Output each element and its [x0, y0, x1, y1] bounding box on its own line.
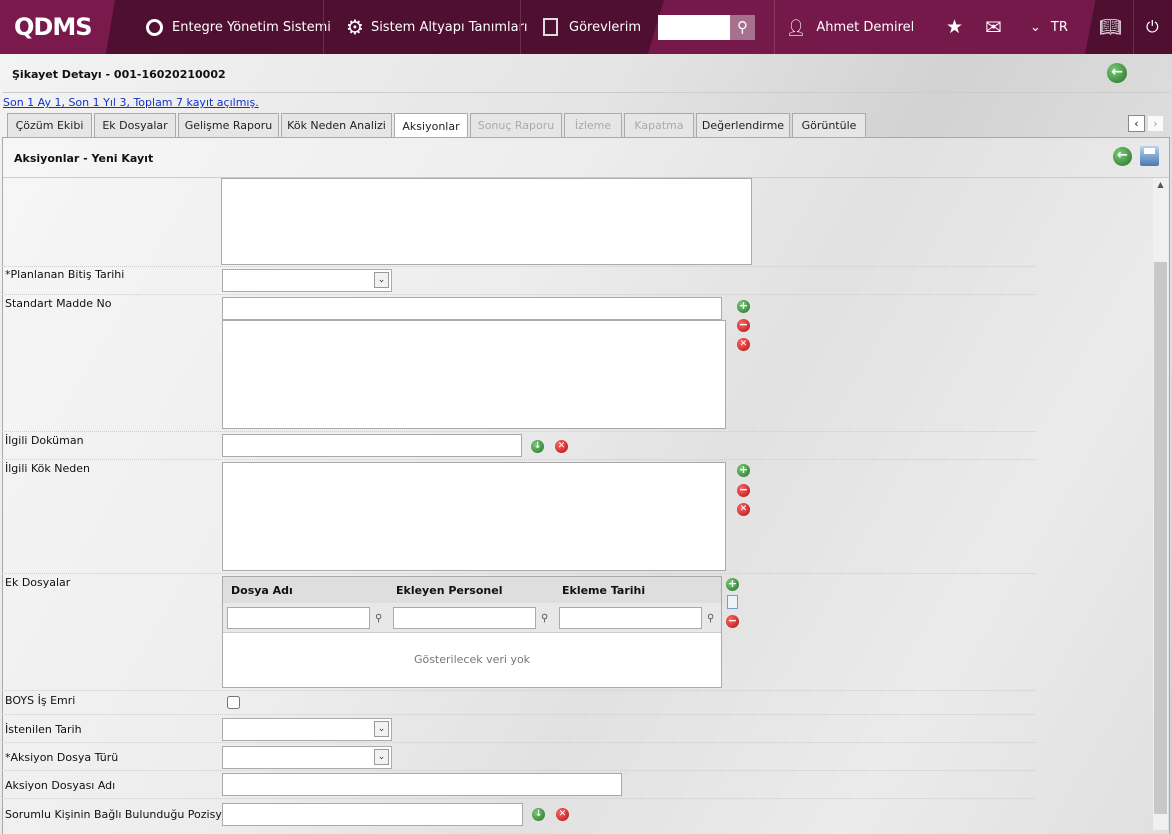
remove-icon[interactable]: −: [737, 319, 750, 332]
logout-button[interactable]: ⏻: [1146, 0, 1159, 54]
file-type-label: *Aksiyon Dosya Türü: [5, 751, 119, 764]
save-button[interactable]: [1140, 146, 1159, 166]
stats-link[interactable]: Son 1 Ay 1, Son 1 Yıl 3, Toplam 7 kayıt …: [3, 96, 259, 109]
q-icon: [146, 18, 163, 36]
attachments-grid: Dosya Adı Ekleyen Personel Ekleme Tarihi…: [222, 576, 722, 688]
mail-icon: ✉: [985, 15, 1002, 39]
tab-degerlendirme[interactable]: Değerlendirme: [696, 113, 790, 137]
requested-date-label: İstenilen Tarih: [5, 723, 82, 736]
user-menu[interactable]: 👤︎ Ahmet Demirel: [786, 0, 914, 54]
boys-checkbox[interactable]: [227, 696, 240, 709]
standard-no-list[interactable]: [222, 320, 726, 429]
tab-izleme: İzleme: [564, 113, 622, 137]
chevron-down-icon: ⌄: [374, 272, 389, 288]
search-button[interactable]: ⚲: [730, 15, 755, 40]
clear-icon[interactable]: ✕: [556, 808, 569, 821]
related-doc-label: İlgili Doküman: [5, 434, 84, 447]
gear-icon: ⚙: [346, 15, 364, 39]
remove-icon[interactable]: −: [737, 484, 750, 497]
root-cause-list[interactable]: [222, 462, 726, 571]
messages-button[interactable]: ✉: [985, 0, 1002, 54]
add-icon[interactable]: +: [737, 464, 750, 477]
tab-ek-dosyalar[interactable]: Ek Dosyalar: [94, 113, 176, 137]
tab-scroll-left[interactable]: ‹: [1128, 115, 1145, 132]
language-select[interactable]: ⌄ TR: [1030, 0, 1068, 54]
root-cause-label: İlgili Kök Neden: [5, 462, 90, 475]
position-label: Sorumlu Kişinin Bağlı Bulunduğu Pozisyon: [5, 808, 236, 821]
column-header[interactable]: Ekleyen Personel: [396, 584, 502, 597]
scrollbar[interactable]: ▲: [1153, 178, 1168, 830]
description-textarea[interactable]: [221, 178, 752, 265]
add-icon[interactable]: +: [726, 578, 739, 591]
power-icon: ⏻: [1146, 17, 1159, 36]
search-icon: ⚲: [737, 18, 748, 36]
panel-title: Aksiyonlar - Yeni Kayıt: [14, 152, 154, 165]
requested-date-select[interactable]: ⌄: [222, 718, 392, 741]
help-button[interactable]: 📖︎: [1099, 0, 1122, 54]
chevron-down-icon: ⌄: [374, 721, 389, 737]
tab-sonuc-raporu: Sonuç Raporu: [470, 113, 562, 137]
floppy-icon: [1144, 148, 1155, 154]
standard-no-input[interactable]: [222, 297, 722, 320]
page-title: Şikayet Detayı - 001-16020210002: [12, 68, 226, 81]
book-icon: 📖︎: [1099, 16, 1122, 38]
chevron-down-icon: ⌄: [374, 749, 389, 765]
related-doc-input[interactable]: [222, 434, 522, 457]
add-icon[interactable]: +: [737, 300, 750, 313]
column-header[interactable]: Ekleme Tarihi: [562, 584, 645, 597]
document-icon[interactable]: [727, 595, 738, 609]
filter-input[interactable]: [227, 607, 370, 629]
tab-scroll-right[interactable]: ›: [1147, 115, 1164, 132]
tab-cozum-ekibi[interactable]: Çözüm Ekibi: [7, 113, 92, 137]
nav-sistem[interactable]: ⚙ Sistem Altyapı Tanımları: [346, 0, 528, 54]
attachments-label: Ek Dosyalar: [5, 576, 71, 589]
position-input[interactable]: [222, 803, 523, 826]
filter-input[interactable]: [393, 607, 536, 629]
panel-back-button[interactable]: ←: [1113, 147, 1132, 166]
file-name-input[interactable]: [222, 773, 622, 796]
search-input[interactable]: [658, 15, 730, 40]
planned-end-label: *Planlanan Bitiş Tarihi: [5, 268, 125, 281]
nav-gorevler[interactable]: Görevlerim: [543, 0, 641, 54]
boys-label: BOYS İş Emri: [5, 694, 76, 707]
file-type-select[interactable]: ⌄: [222, 746, 392, 769]
clear-icon[interactable]: ✕: [737, 338, 750, 351]
tab-aksiyonlar[interactable]: Aksiyonlar: [394, 113, 468, 138]
column-header[interactable]: Dosya Adı: [231, 584, 293, 597]
favorites-button[interactable]: ★: [946, 0, 963, 54]
file-name-label: Aksiyon Dosyası Adı: [5, 779, 116, 792]
remove-icon[interactable]: −: [726, 615, 739, 628]
nav-entegre[interactable]: Entegre Yönetim Sistemi: [146, 0, 331, 54]
filter-icon[interactable]: ⚲: [707, 613, 714, 624]
chevron-down-icon: ⌄: [1030, 19, 1041, 35]
select-down-icon[interactable]: ↓: [531, 440, 544, 453]
tab-kapatma: Kapatma: [624, 113, 694, 137]
standard-no-label: Standart Madde No: [5, 297, 112, 310]
empty-message: Gösterilecek veri yok: [413, 653, 531, 666]
tab-goruntule[interactable]: Görüntüle: [792, 113, 866, 137]
clear-icon[interactable]: ✕: [555, 440, 568, 453]
user-icon: 👤︎: [786, 17, 807, 37]
filter-input[interactable]: [559, 607, 702, 629]
top-header: QDMS Entegre Yönetim Sistemi ⚙ Sistem Alt…: [0, 0, 1172, 54]
star-icon: ★: [946, 16, 964, 38]
filter-icon[interactable]: ⚲: [541, 613, 548, 624]
back-button[interactable]: ←: [1107, 63, 1127, 83]
qdms-logo[interactable]: QDMS: [0, 0, 115, 54]
planned-end-date-select[interactable]: ⌄: [222, 269, 392, 292]
tab-kok-neden[interactable]: Kök Neden Analizi: [281, 113, 392, 137]
select-down-icon[interactable]: ↓: [532, 808, 545, 821]
clipboard-icon: [543, 18, 558, 36]
filter-icon[interactable]: ⚲: [375, 613, 382, 624]
clear-icon[interactable]: ✕: [737, 503, 750, 516]
tab-gelisme-raporu[interactable]: Gelişme Raporu: [178, 113, 279, 137]
